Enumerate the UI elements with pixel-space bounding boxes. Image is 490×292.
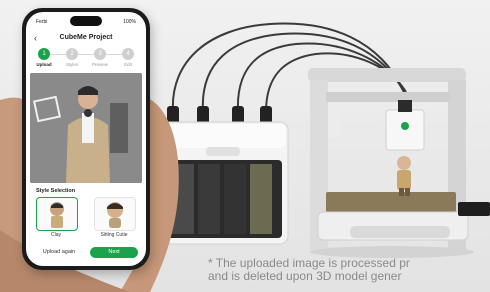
app-header: ‹ CubeMe Project <box>26 33 146 45</box>
printer-frame <box>308 68 490 250</box>
step-label: Preview <box>91 62 108 67</box>
style-selection-title: Style Selection <box>36 188 76 194</box>
step-label: Upload <box>36 62 52 67</box>
product-photo-scene: Ferbi 100% ‹ CubeMe Project 1 Upload 2 S… <box>0 0 490 292</box>
upload-again-button[interactable]: Upload again <box>36 247 82 258</box>
next-button[interactable]: Next <box>90 247 138 258</box>
phone-mockup: Ferbi 100% ‹ CubeMe Project 1 Upload 2 S… <box>22 8 150 270</box>
caption: * The uploaded image is processed pr and… <box>208 257 410 283</box>
caption-line-2: and is deleted upon 3D model gener <box>208 269 402 283</box>
step-number: 2 <box>66 48 78 60</box>
step-label: Edit <box>124 62 132 67</box>
step-number: 3 <box>94 48 106 60</box>
dynamic-island <box>70 16 102 26</box>
step-upload[interactable]: 1 Upload <box>32 48 56 67</box>
style-label-clay: Clay <box>50 232 61 238</box>
step-number: 4 <box>122 48 134 60</box>
step-edit[interactable]: 4 Edit <box>116 48 140 67</box>
status-carrier: Ferbi <box>36 19 48 25</box>
uploaded-photo <box>30 73 142 183</box>
step-number: 1 <box>38 48 50 60</box>
status-battery: 100% <box>123 19 136 25</box>
style-label-sitting-cutie: Sitting Cutie <box>100 232 128 238</box>
style-card-sitting-cutie[interactable] <box>94 197 136 231</box>
step-styles[interactable]: 2 Styles <box>60 48 84 67</box>
phone-screen: Ferbi 100% ‹ CubeMe Project 1 Upload 2 S… <box>26 12 146 266</box>
stepper: 1 Upload 2 Styles 3 Preview 4 Edit <box>32 48 140 70</box>
style-card-clay[interactable] <box>36 197 78 231</box>
step-preview[interactable]: 3 Preview <box>88 48 112 67</box>
page-title: CubeMe Project <box>59 34 113 41</box>
step-label: Styles <box>65 62 79 67</box>
